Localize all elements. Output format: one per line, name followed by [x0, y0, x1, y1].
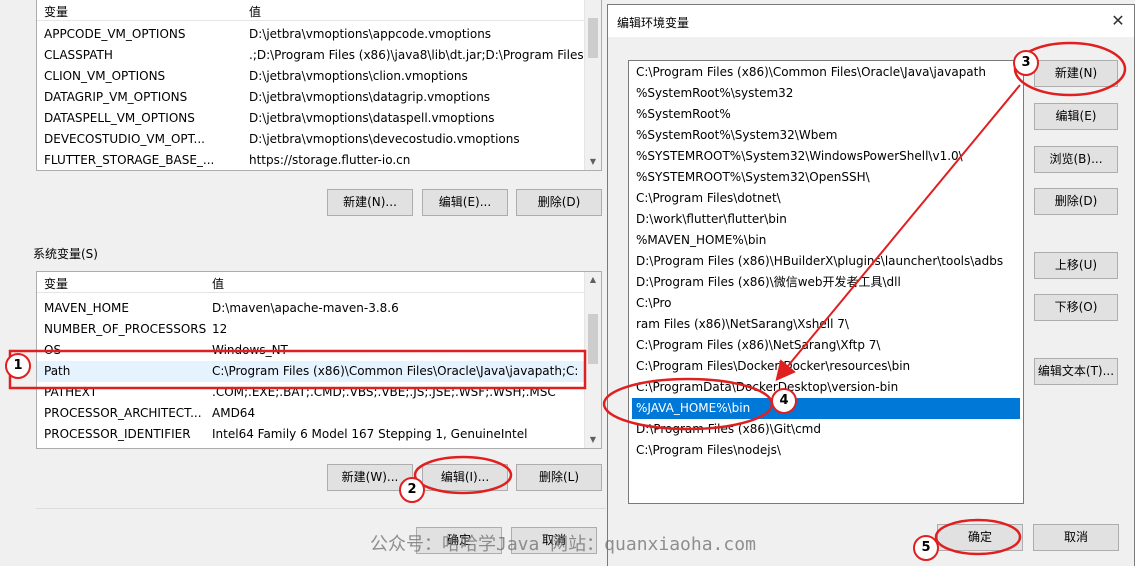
dialog-edit-text-button[interactable]: 编辑文本(T)... — [1034, 358, 1118, 385]
list-item[interactable]: ram Files (x86)\NetSarang\Xshell 7\ — [632, 314, 1020, 335]
table-row[interactable]: PROCESSOR_ARCHITECT... AMD64 — [37, 403, 585, 424]
user-edit-button[interactable]: 编辑(E)... — [422, 189, 508, 216]
table-row[interactable]: OS Windows_NT — [37, 340, 585, 361]
dialog-titlebar: 编辑环境变量 ✕ — [608, 5, 1134, 37]
list-item[interactable]: D:\Program Files (x86)\HBuilderX\plugins… — [632, 251, 1020, 272]
table-row[interactable]: NUMBER_OF_PROCESSORS 12 — [37, 319, 585, 340]
header-variable[interactable]: 变量 — [44, 275, 68, 292]
dialog-new-button[interactable]: 新建(N) — [1034, 60, 1118, 87]
user-variables-list[interactable]: 变量 值 APPCODE_VM_OPTIONS D:\jetbra\vmoptio… — [36, 0, 602, 171]
header-value[interactable]: 值 — [212, 275, 224, 292]
watermark: 公众号：哈哈学Java 网站：quanxiaoha.com — [370, 534, 756, 555]
scrollbar-thumb[interactable] — [588, 18, 598, 58]
environment-variables-window: 变量 值 APPCODE_VM_OPTIONS D:\jetbra\vmoptio… — [0, 0, 610, 566]
scroll-down-icon[interactable]: ▼ — [585, 154, 601, 170]
table-row-path[interactable]: Path C:\Program Files (x86)\Common Files\… — [37, 361, 585, 382]
table-row[interactable]: DEVECOSTUDIO_VM_OPT... D:\jetbra\vmoption… — [37, 129, 585, 150]
list-item[interactable]: D:\Program Files (x86)\Git\cmd — [632, 419, 1020, 440]
scroll-down-icon[interactable]: ▼ — [585, 432, 601, 448]
list-edge — [1023, 211, 1024, 504]
header-value[interactable]: 值 — [249, 3, 261, 20]
list-item[interactable]: D:\work\flutter\flutter\bin — [632, 209, 1020, 230]
divider — [36, 508, 606, 509]
list-item[interactable]: %SystemRoot%\System32\Wbem — [632, 125, 1020, 146]
dialog-browse-button[interactable]: 浏览(B)... — [1034, 146, 1118, 173]
step-badge-5: 5 — [913, 535, 939, 561]
table-row[interactable]: DATASPELL_VM_OPTIONS D:\jetbra\vmoptions\… — [37, 108, 585, 129]
scrollbar[interactable]: ▲ ▼ — [584, 272, 601, 448]
table-row[interactable]: APPCODE_VM_OPTIONS D:\jetbra\vmoptions\ap… — [37, 24, 585, 45]
table-row[interactable]: MAVEN_HOME D:\maven\apache-maven-3.8.6 — [37, 298, 585, 319]
list-item[interactable]: C:\Program Files (x86)\NetSarang\Xftp 7\ — [632, 335, 1020, 356]
list-header: 变量 值 — [37, 0, 601, 21]
list-item[interactable]: C:\ProgramData\DockerDesktop\version-bin — [632, 377, 1020, 398]
list-item[interactable]: C:\Pro — [632, 293, 1020, 314]
step-badge-1: 1 — [5, 353, 31, 379]
dialog-cancel-button[interactable]: 取消 — [1033, 524, 1119, 551]
list-item[interactable]: C:\Program Files\dotnet\ — [632, 188, 1020, 209]
dialog-move-up-button[interactable]: 上移(U) — [1034, 252, 1118, 279]
list-item[interactable]: %SystemRoot% — [632, 104, 1020, 125]
table-row[interactable]: FLUTTER_STORAGE_BASE_... https://storage.… — [37, 150, 585, 170]
list-item[interactable]: %MAVEN_HOME%\bin — [632, 230, 1020, 251]
system-variables-label: 系统变量(S) — [33, 247, 98, 261]
list-header: 变量 值 — [37, 272, 601, 293]
dialog-move-down-button[interactable]: 下移(O) — [1034, 294, 1118, 321]
dialog-edit-button[interactable]: 编辑(E) — [1034, 103, 1118, 130]
system-variables-list[interactable]: 变量 值 MAVEN_HOME D:\maven\apache-maven-3.8… — [36, 271, 602, 449]
close-icon[interactable]: ✕ — [1108, 11, 1128, 31]
list-item[interactable]: C:\Program Files\Docker\Docker\resources… — [632, 356, 1020, 377]
list-item[interactable]: C:\Program Files\nodejs\ — [632, 440, 1020, 461]
edit-env-variable-dialog: 编辑环境变量 ✕ C:\Program Files (x86)\Common F… — [607, 4, 1135, 566]
table-row[interactable]: CLASSPATH .;D:\Program Files (x86)\java8\… — [37, 45, 601, 66]
list-item[interactable]: %SystemRoot%\system32 — [632, 83, 1020, 104]
table-row[interactable]: DATAGRIP_VM_OPTIONS D:\jetbra\vmoptions\d… — [37, 87, 585, 108]
table-row[interactable]: PATHEXT .COM;.EXE;.BAT;.CMD;.VBS;.VBE;.JS… — [37, 382, 585, 403]
dialog-ok-button[interactable]: 确定 — [937, 524, 1023, 551]
list-item[interactable]: %SYSTEMROOT%\System32\WindowsPowerShell\… — [632, 146, 1020, 167]
scrollbar[interactable]: ▼ — [584, 0, 601, 170]
step-badge-4: 4 — [771, 388, 797, 414]
step-badge-2: 2 — [399, 477, 425, 503]
user-delete-button[interactable]: 删除(D) — [516, 189, 602, 216]
table-row[interactable]: CLION_VM_OPTIONS D:\jetbra\vmoptions\clio… — [37, 66, 585, 87]
scroll-up-icon[interactable]: ▲ — [585, 272, 601, 288]
system-delete-button[interactable]: 删除(L) — [516, 464, 602, 491]
system-edit-button[interactable]: 编辑(I)... — [422, 464, 508, 491]
list-item[interactable]: %SYSTEMROOT%\System32\OpenSSH\ — [632, 167, 1020, 188]
dialog-title: 编辑环境变量 — [617, 16, 690, 30]
path-list[interactable]: C:\Program Files (x86)\Common Files\Orac… — [628, 60, 1024, 504]
table-row[interactable]: PROCESSOR_IDENTIFIER Intel64 Family 6 Mod… — [37, 424, 585, 445]
scrollbar-thumb[interactable] — [588, 314, 598, 364]
step-badge-3: 3 — [1013, 50, 1039, 76]
list-item[interactable]: D:\Program Files (x86)\微信web开发者工具\dll — [632, 272, 1020, 293]
user-new-button[interactable]: 新建(N)... — [327, 189, 413, 216]
list-item-selected[interactable]: %JAVA_HOME%\bin — [632, 398, 1020, 419]
dialog-delete-button[interactable]: 删除(D) — [1034, 188, 1118, 215]
list-item[interactable]: C:\Program Files (x86)\Common Files\Orac… — [632, 62, 1020, 83]
header-variable[interactable]: 变量 — [44, 3, 68, 20]
